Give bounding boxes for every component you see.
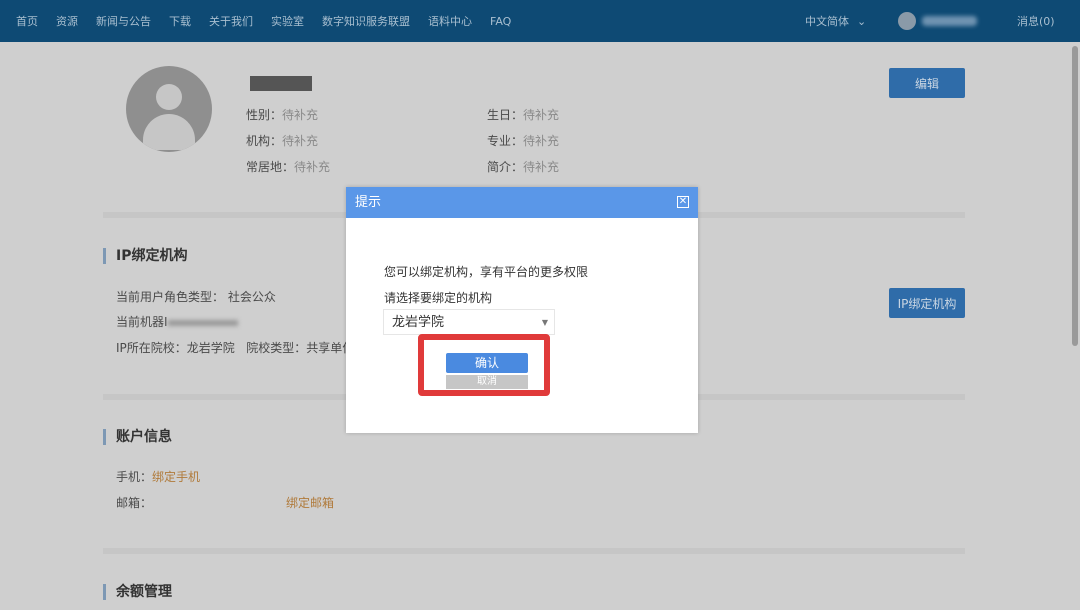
nav-alliance[interactable]: 数字知识服务联盟	[322, 13, 410, 29]
top-nav: 首页 资源 新闻与公告 下载 关于我们 实验室 数字知识服务联盟 语料中心 FA…	[0, 0, 1080, 42]
dialog-title-bar: 提示 ✕	[346, 187, 698, 218]
dialog-message: 您可以绑定机构，享有平台的更多权限	[384, 265, 589, 279]
user-avatar-icon	[898, 12, 916, 30]
edit-button[interactable]: 编辑	[889, 68, 965, 98]
bind-email-link[interactable]: 绑定邮箱	[286, 494, 334, 511]
messages-link[interactable]: 消息(0)	[1017, 0, 1055, 42]
gender-field: 性别：待补充	[246, 108, 319, 122]
cancel-button[interactable]: 取消	[446, 375, 528, 389]
role-field: 当前用户角色类型： 社会公众	[116, 290, 276, 304]
nav-lab[interactable]: 实验室	[271, 13, 304, 29]
balance-section-title: 余额管理	[103, 584, 172, 600]
ip-section-title: IP绑定机构	[103, 248, 187, 264]
school-field: IP所在院校：龙岩学院 院校类型：共享单位	[116, 341, 355, 355]
phone-field: 手机：绑定手机	[116, 470, 201, 484]
chevron-down-icon: ⌄	[857, 14, 867, 28]
username-blurred	[922, 16, 977, 26]
residence-field: 常居地：待补充	[246, 160, 331, 174]
close-icon[interactable]: ✕	[677, 196, 689, 208]
divider	[103, 548, 965, 554]
nav-resources[interactable]: 资源	[56, 13, 78, 29]
ip-bind-button[interactable]: IP绑定机构	[889, 288, 965, 318]
bind-phone-link[interactable]: 绑定手机	[152, 470, 200, 484]
org-select[interactable]: 龙岩学院 ▼	[383, 309, 555, 335]
org-field: 机构：待补充	[246, 134, 319, 148]
dropdown-arrow-icon: ▼	[541, 318, 548, 327]
username-redacted	[250, 76, 312, 91]
scrollbar[interactable]	[1072, 46, 1078, 346]
select-label: 请选择要绑定的机构	[384, 291, 493, 305]
bind-org-dialog: 提示 ✕ 您可以绑定机构，享有平台的更多权限 请选择要绑定的机构 龙岩学院 ▼	[346, 187, 698, 433]
nav-home[interactable]: 首页	[16, 13, 38, 29]
machine-ip-field: 当前机器I	[116, 313, 238, 330]
dialog-title: 提示	[355, 195, 382, 210]
account-section-title: 账户信息	[103, 429, 172, 445]
user-menu[interactable]	[898, 0, 977, 42]
nav-download[interactable]: 下载	[169, 13, 191, 29]
nav-about[interactable]: 关于我们	[209, 13, 253, 29]
confirm-button[interactable]: 确认	[446, 353, 528, 373]
language-select[interactable]: 中文简体 ⌄	[805, 0, 866, 42]
email-field: 邮箱：	[116, 496, 153, 510]
birthday-field: 生日：待补充	[487, 108, 560, 122]
nav-news[interactable]: 新闻与公告	[96, 13, 151, 29]
major-field: 专业：待补充	[487, 134, 560, 148]
nav-faq[interactable]: FAQ	[490, 15, 511, 28]
intro-field: 简介：待补充	[487, 160, 560, 174]
avatar	[126, 66, 212, 152]
nav-corpus[interactable]: 语料中心	[428, 13, 472, 29]
language-label: 中文简体	[805, 15, 849, 28]
